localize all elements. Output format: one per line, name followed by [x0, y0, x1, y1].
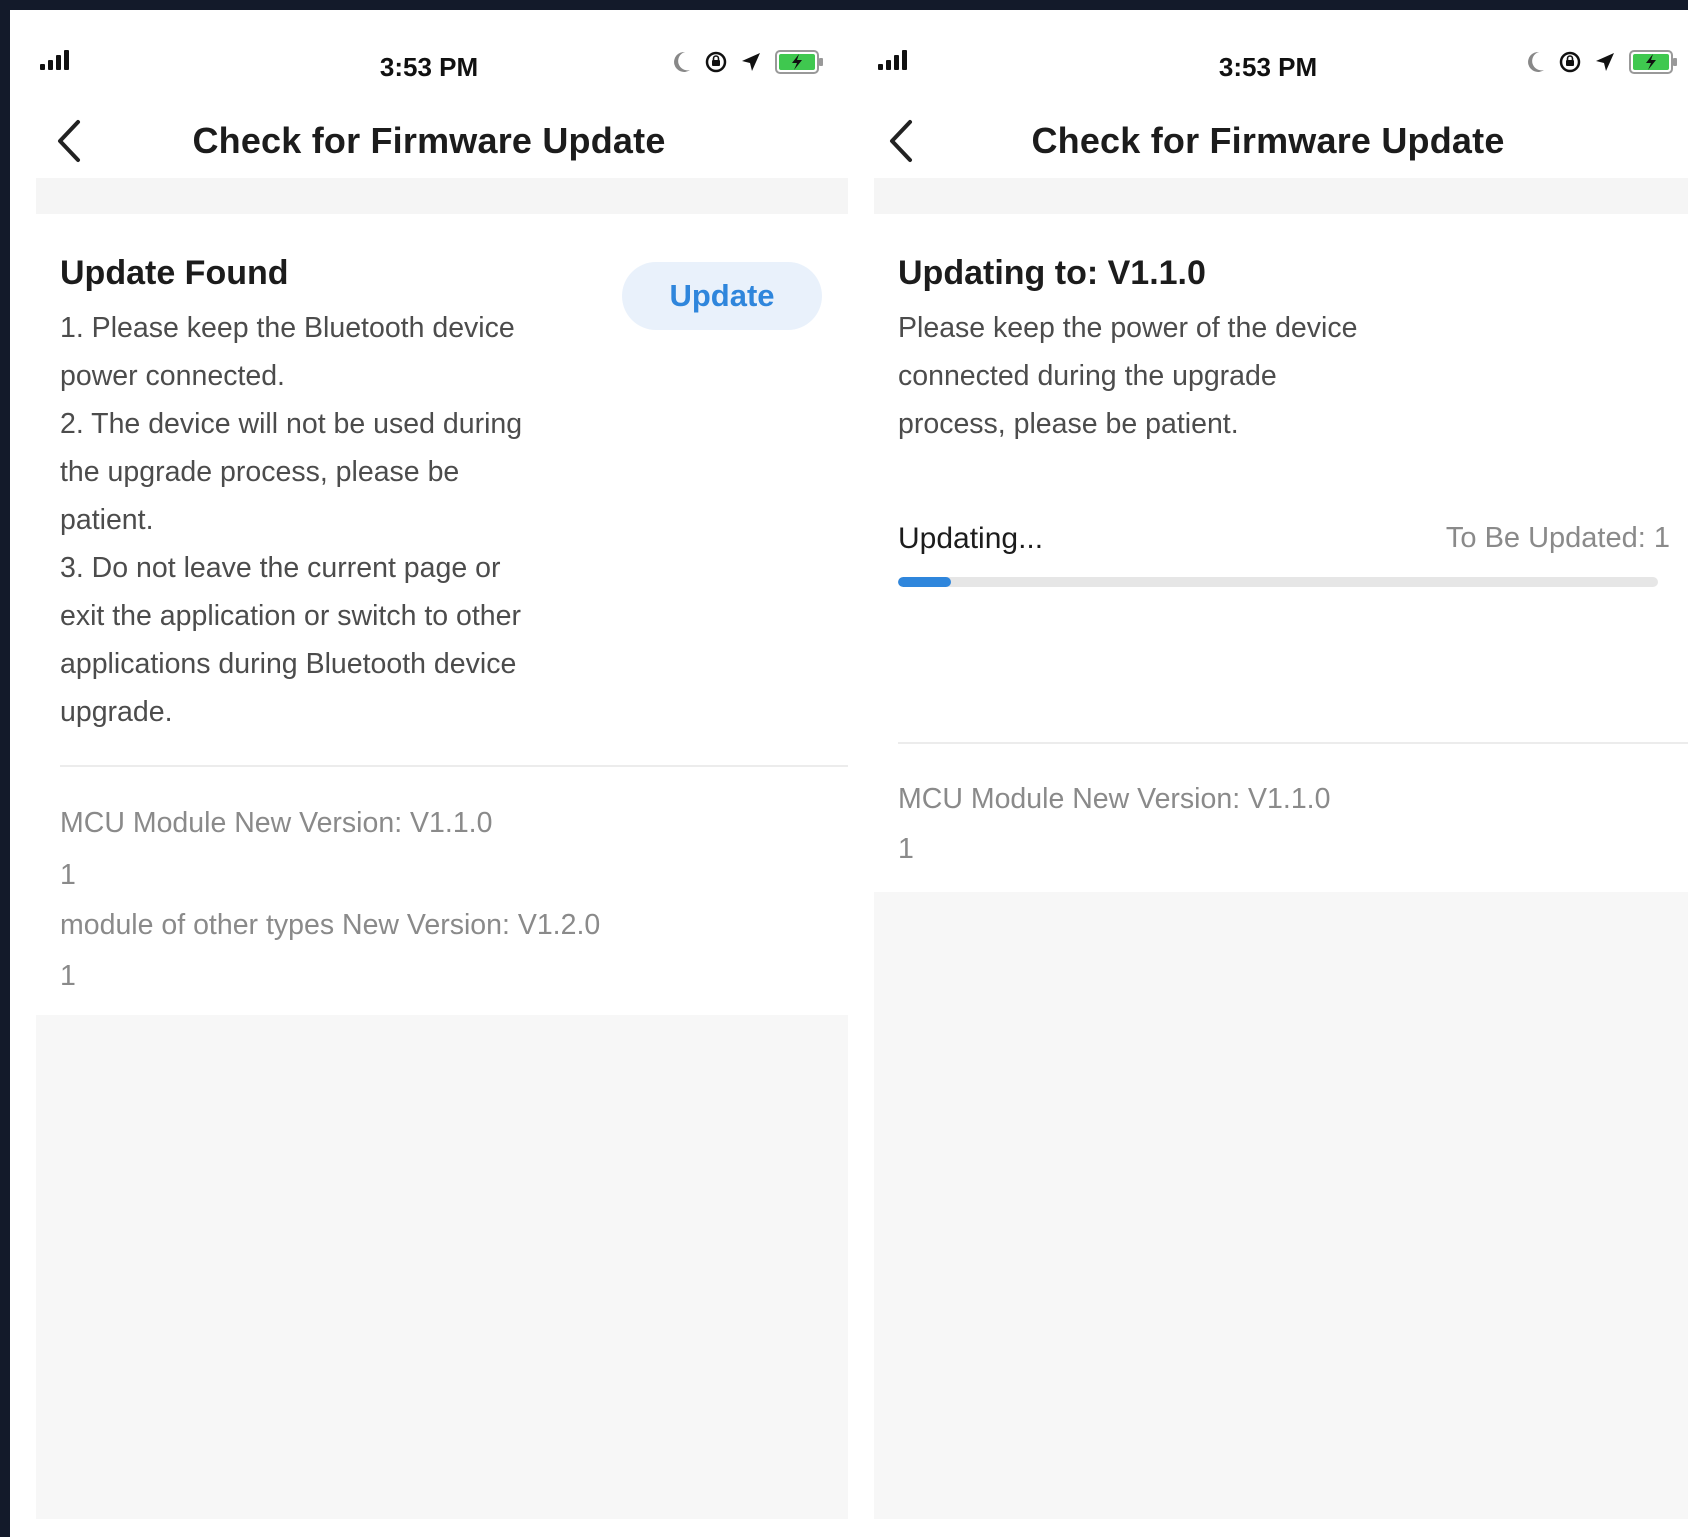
instruction-line: connected during the upgrade — [898, 360, 1277, 392]
remaining-count-label: To Be Updated: 1 — [1445, 522, 1670, 554]
battery-charging-icon — [1629, 50, 1677, 74]
instruction-line: upgrade. — [60, 696, 173, 728]
update-button[interactable]: Update — [622, 262, 822, 330]
instruction-line: 1. Please keep the Bluetooth device — [60, 312, 515, 344]
navigation-bar: Check for Firmware Update — [10, 106, 848, 176]
section-separator — [874, 178, 1688, 214]
module-count: 1 — [898, 833, 914, 865]
status-bar: 3:53 PM — [10, 10, 848, 110]
module-count: 1 — [60, 859, 76, 891]
location-arrow-icon — [1596, 53, 1614, 71]
empty-area — [874, 892, 1688, 1519]
instruction-line: Please keep the power of the device — [898, 312, 1358, 344]
updating-version-title: Updating to: V1.1.0 — [898, 254, 1206, 292]
location-arrow-icon — [742, 53, 760, 71]
phone-screen-updating: 3:53 PM Check for Firmware Update Updati… — [848, 10, 1688, 1537]
instruction-line: patient. — [60, 504, 154, 536]
section-separator — [36, 178, 848, 214]
update-found-title: Update Found — [60, 254, 289, 292]
instruction-line: applications during Bluetooth device — [60, 648, 517, 680]
progress-bar-fill — [898, 577, 952, 587]
battery-charging-icon — [775, 50, 823, 74]
instruction-line: 2. The device will not be used during — [60, 408, 523, 440]
instruction-line: 3. Do not leave the current page or — [60, 552, 501, 584]
empty-area — [36, 1015, 848, 1519]
module-version-label: module of other types New Version: V1.2.… — [60, 909, 601, 941]
orientation-lock-icon — [1559, 51, 1581, 73]
divider — [898, 742, 1688, 744]
module-count: 1 — [60, 960, 76, 992]
progress-bar — [898, 577, 1658, 587]
progress-status-label: Updating... — [898, 522, 1044, 555]
instruction-line: the upgrade process, please be — [60, 456, 460, 488]
moon-icon — [1528, 51, 1544, 72]
module-version-label: MCU Module New Version: V1.1.0 — [60, 807, 493, 839]
divider — [60, 765, 848, 767]
instruction-line: exit the application or switch to other — [60, 600, 521, 632]
updating-instructions: Please keep the power of the device conn… — [898, 304, 1458, 448]
orientation-lock-icon — [705, 51, 727, 73]
update-instructions: 1. Please keep the Bluetooth device powe… — [60, 304, 620, 736]
page-title: Check for Firmware Update — [192, 120, 666, 161]
moon-icon — [674, 51, 690, 72]
instruction-line: process, please be patient. — [898, 408, 1239, 440]
phone-screen-update-found: 3:53 PM Check for Firmware Update Update… — [10, 10, 848, 1537]
module-version-label: MCU Module New Version: V1.1.0 — [898, 783, 1331, 815]
status-icons — [672, 48, 826, 76]
instruction-line: power connected. — [60, 360, 285, 392]
status-bar: 3:53 PM — [848, 10, 1688, 110]
navigation-bar: Check for Firmware Update — [848, 106, 1688, 176]
status-icons — [1526, 48, 1680, 76]
page-title: Check for Firmware Update — [1031, 120, 1505, 161]
